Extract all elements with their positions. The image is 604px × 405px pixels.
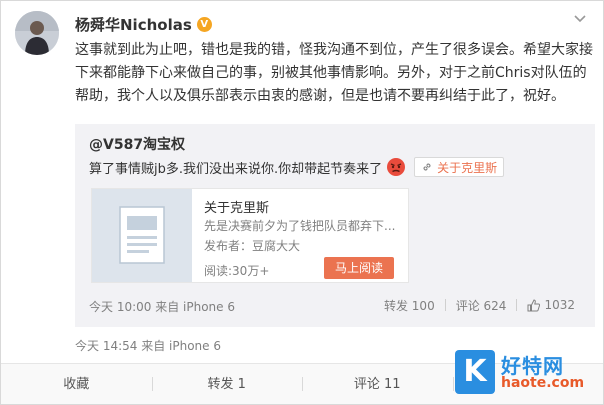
repost-text-row: 算了事情贼jb多.我们没出来说你.你却带起节奏来了 关于克里斯 [89,156,505,178]
document-icon [119,206,165,264]
avatar-photo [15,11,59,55]
site-watermark: K 好特网 haote.com [455,350,597,394]
topic-link-label: 关于克里斯 [437,160,498,175]
article-publisher: 发布者：豆腐大大 [204,239,301,253]
author-name[interactable]: 杨舜华Nicholas [75,14,192,35]
post-text: 这事就到此为止吧，错也是我的错，怪我沟通不到位，产生了很多误会。希望大家接下来都… [75,42,593,104]
chevron-down-icon[interactable] [573,11,587,25]
thumbs-up-icon[interactable] [527,298,541,312]
article-description: 先是决赛前夕为了钱把队员都弃下... [204,219,396,233]
repost-forward-count[interactable]: 转发 100 [384,297,435,314]
watermark-url: haote.com [501,375,585,391]
divider [444,299,446,311]
repost-text: 算了事情贼jb多.我们没出来说你.你却带起节奏来了 [89,161,383,177]
post-timestamp: 今天 14:54 来自 iPhone 6 [75,339,221,353]
repost-like-count[interactable]: 1032 [544,298,575,312]
author-row: 杨舜华Nicholas V [75,13,212,35]
watermark-logo: K [455,350,495,394]
repost-author[interactable]: @V587淘宝权 [89,134,185,154]
repost-comment-count[interactable]: 评论 624 [456,297,507,314]
repost-button[interactable]: 转发 1 [151,364,303,405]
favorite-button[interactable]: 收藏 [1,364,152,405]
article-read-count: 阅读:30万+ [204,264,270,278]
comment-button[interactable]: 评论 11 [302,364,453,405]
avatar[interactable] [15,11,59,55]
article-thumbnail [92,189,192,282]
divider [516,299,518,311]
read-now-button[interactable]: 马上阅读 [324,257,394,279]
angry-face-icon [387,158,406,176]
verified-badge-icon: V [196,16,212,32]
article-card[interactable]: 关于克里斯 先是决赛前夕为了钱把队员都弃下... 发布者：豆腐大大 阅读:30万… [91,188,409,283]
repost-timestamp: 今天 10:00 来自 iPhone 6 [89,300,235,314]
link-icon [423,163,431,171]
topic-link[interactable]: 关于克里斯 [414,157,505,177]
repost-box: @V587淘宝权 算了事情贼jb多.我们没出来说你.你却带起节奏来了 关于克里斯 [75,124,595,327]
weibo-post-card: 杨舜华Nicholas V 这事就到此为止吧，错也是我的错，怪我沟通不到位，产生… [0,0,604,405]
repost-stats: 转发 100 评论 624 1032 [384,295,575,315]
article-title[interactable]: 关于克里斯 [204,197,269,216]
